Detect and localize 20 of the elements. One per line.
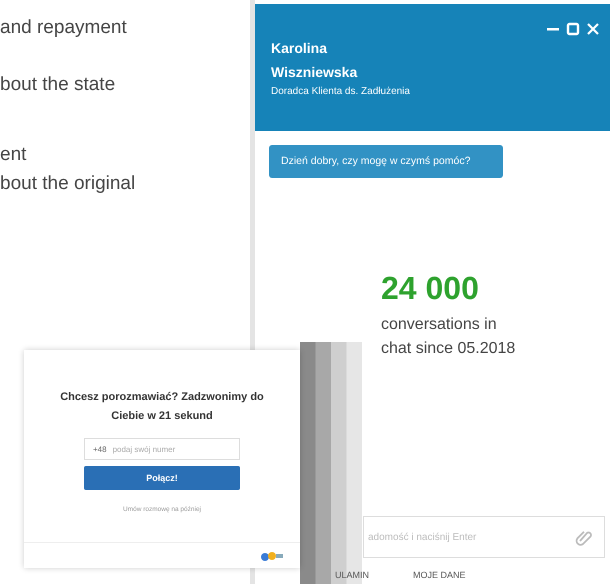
connect-button[interactable]: Połącz!: [84, 466, 240, 490]
popup-title: Chcesz porozmawiać? Zadzwonimy do Ciebie w 21 sekund: [60, 390, 264, 424]
article-text: and repayment: [0, 16, 128, 40]
logo-icon: [260, 550, 284, 560]
agent-role: Doradca Klienta ds. Zadłużenia: [271, 86, 410, 97]
stat-value: 24 000: [381, 270, 480, 307]
chat-tab[interactable]: ULAMIN: [335, 566, 370, 584]
close-icon[interactable]: [586, 22, 600, 36]
article-text: ent: [0, 143, 28, 167]
phone-placeholder: podaj swój numer: [112, 444, 176, 454]
chat-tab[interactable]: MOJE DANE: [413, 566, 466, 584]
maximize-icon[interactable]: [566, 22, 580, 36]
input-placeholder: adomość i naciśnij Enter: [368, 532, 476, 542]
stat-caption: conversations in chat since 05.2018: [381, 315, 516, 359]
article-text: bout the state: [0, 73, 116, 97]
chat-message: Dzień dobry, czy mogę w czymś pomóc?: [269, 145, 503, 178]
phone-field[interactable]: +48 podaj swój numer: [84, 438, 240, 460]
article-text: bout the original: [0, 172, 136, 196]
agent-name: Karolina Wiszniewska: [271, 39, 358, 82]
phone-prefix: +48: [93, 444, 107, 454]
